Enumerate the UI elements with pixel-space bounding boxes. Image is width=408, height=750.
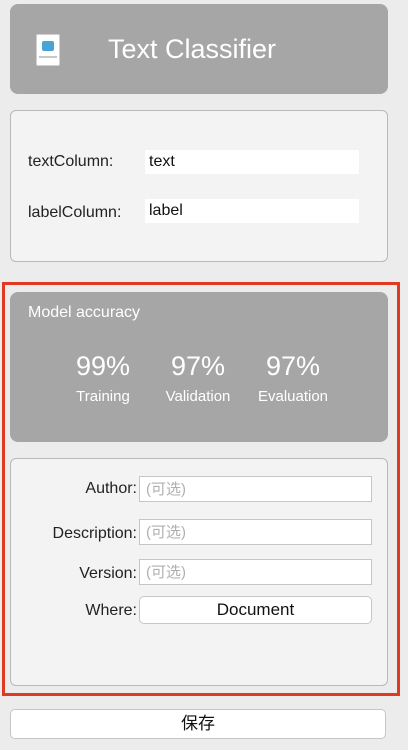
text-column-label: textColumn: [28,153,114,170]
save-button[interactable]: 保存 [10,709,386,739]
header-bar: Text Classifier [10,4,388,94]
page-title: Text Classifier [108,34,277,64]
highlight-frame [2,282,400,696]
icon-caption-line [39,56,57,58]
model-glyph [42,41,54,51]
text-classifier-file-icon [36,34,60,66]
columns-panel: textColumn: text labelColumn: label [10,110,388,262]
text-column-value[interactable]: text [145,150,359,174]
label-column-value[interactable]: label [145,199,359,223]
label-column-label: labelColumn: [28,204,122,221]
